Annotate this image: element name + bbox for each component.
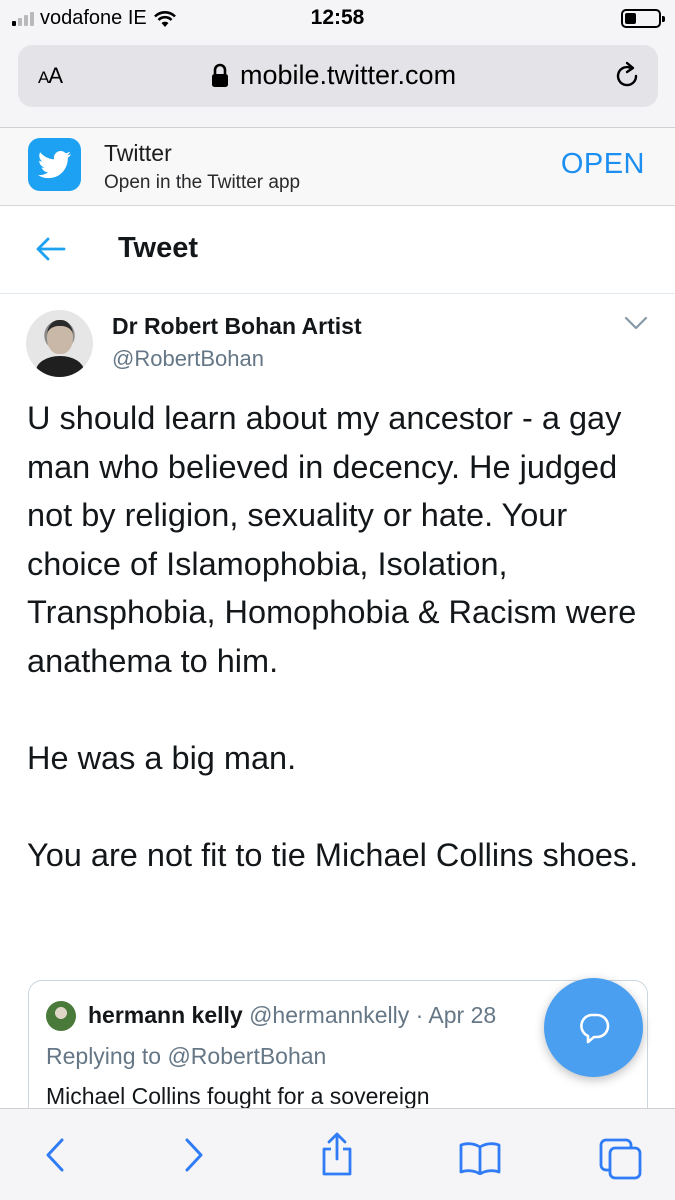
battery-icon <box>621 9 665 28</box>
chevron-down-icon[interactable] <box>624 316 648 330</box>
tweet-paragraph: U should learn about my ancestor - a gay… <box>27 400 637 679</box>
tweet-paragraph: You are not fit to tie Michael Collins s… <box>27 837 639 874</box>
battery-level <box>625 13 636 24</box>
reply-bubble-icon <box>579 1013 609 1043</box>
author-handle[interactable]: @RobertBohan <box>112 346 264 372</box>
author-name[interactable]: Dr Robert Bohan Artist <box>112 313 362 340</box>
status-bar: vodafone IE 12:58 <box>0 0 675 38</box>
app-subtitle: Open in the Twitter app <box>104 172 301 193</box>
quoted-text: Michael Collins fought for a sovereign <box>46 1083 430 1109</box>
share-icon[interactable] <box>318 1131 356 1177</box>
lock-icon <box>212 63 228 87</box>
tweet-text: U should learn about my ancestor - a gay… <box>27 394 657 880</box>
reply-fab-button[interactable] <box>544 978 643 1077</box>
tabs-icon[interactable] <box>598 1137 644 1181</box>
browser-toolbar <box>0 1108 675 1200</box>
page-header: Tweet <box>0 206 675 294</box>
quoted-author-handle: @hermannkelly <box>249 1002 410 1028</box>
quoted-avatar <box>46 1001 76 1031</box>
bookmarks-icon[interactable] <box>458 1141 502 1175</box>
page-title: Tweet <box>118 232 199 264</box>
twitter-bird-icon[interactable] <box>28 138 81 191</box>
clock: 12:58 <box>310 6 365 29</box>
app-banner: Twitter Open in the Twitter app OPEN <box>0 128 675 206</box>
forward-icon[interactable] <box>181 1137 207 1173</box>
quoted-date: Apr 28 <box>428 1002 497 1028</box>
reload-icon[interactable] <box>612 61 642 91</box>
address-bar[interactable]: AA mobile.twitter.com <box>18 45 658 107</box>
back-arrow-icon[interactable] <box>34 234 66 264</box>
url-display[interactable]: mobile.twitter.com <box>210 60 456 91</box>
text-size-button[interactable]: AA <box>38 63 63 89</box>
avatar[interactable] <box>26 310 93 377</box>
quoted-author-name: hermann kelly <box>88 1002 243 1028</box>
tweet-paragraph: He was a big man. <box>27 740 297 777</box>
open-app-button[interactable]: OPEN <box>561 148 645 181</box>
quoted-replying-to: Replying to @RobertBohan <box>46 1043 327 1069</box>
url-text: mobile.twitter.com <box>240 60 457 90</box>
quoted-separator: · <box>415 1002 424 1028</box>
quoted-header: hermann kelly @hermannkelly · Apr 28 <box>88 1002 496 1029</box>
browser-chrome: AA mobile.twitter.com <box>0 38 675 128</box>
back-icon[interactable] <box>42 1137 68 1173</box>
app-name: Twitter <box>104 140 172 166</box>
